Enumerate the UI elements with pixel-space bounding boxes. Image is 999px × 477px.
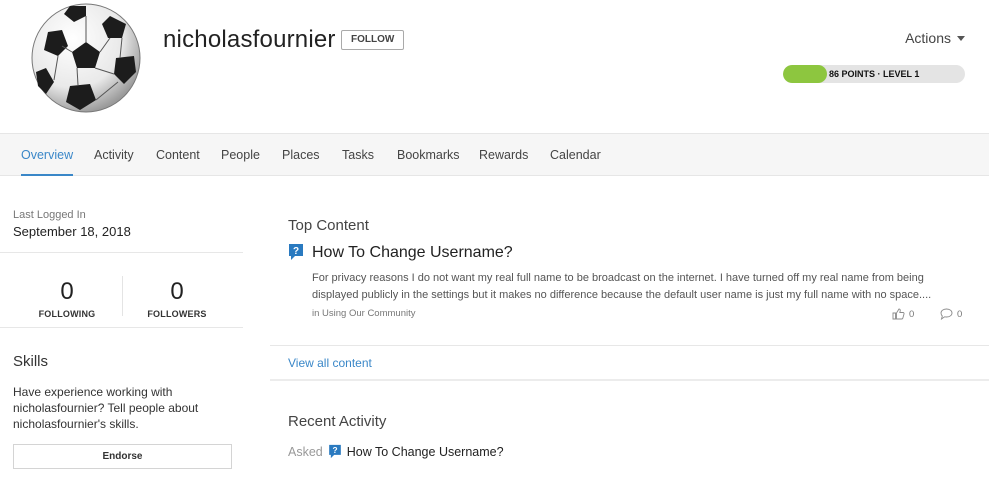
- followers-stat[interactable]: 0 FOLLOWERS: [122, 278, 232, 320]
- comment-icon: [940, 308, 953, 320]
- divider: [0, 252, 243, 253]
- tab-rewards[interactable]: Rewards: [479, 134, 528, 176]
- followers-count: 0: [170, 278, 184, 305]
- actions-label: Actions: [905, 30, 951, 46]
- question-icon: ?: [289, 244, 303, 260]
- tab-content[interactable]: Content: [156, 134, 200, 176]
- tab-tasks[interactable]: Tasks: [342, 134, 374, 176]
- svg-text:?: ?: [293, 246, 299, 257]
- tab-calendar[interactable]: Calendar: [550, 134, 601, 176]
- tab-bookmarks[interactable]: Bookmarks: [397, 134, 460, 176]
- profile-tabs: Overview Activity Content People Places …: [0, 133, 989, 176]
- comment-button[interactable]: 0: [940, 308, 962, 320]
- points-label: 86 POINTS · LEVEL 1: [829, 69, 920, 79]
- profile-sidebar: Last Logged In September 18, 2018 0 FOLL…: [0, 176, 270, 477]
- meta-prefix: in: [312, 308, 320, 319]
- comment-count: 0: [957, 308, 963, 320]
- last-logged-value: September 18, 2018: [13, 224, 131, 239]
- tab-overview[interactable]: Overview: [21, 134, 74, 176]
- svg-text:?: ?: [332, 445, 337, 455]
- profile-main: Top Content ? How To Change Username? Fo…: [270, 176, 989, 477]
- following-count: 0: [60, 278, 74, 305]
- content-item-meta: in Using Our Community: [312, 308, 416, 319]
- points-progress-fill: [783, 65, 827, 83]
- recent-activity-link[interactable]: How To Change Username?: [347, 445, 504, 459]
- content-item-title[interactable]: How To Change Username?: [312, 244, 513, 262]
- content-item-excerpt: For privacy reasons I do not want my rea…: [312, 272, 932, 301]
- thumbs-up-icon: [892, 308, 905, 320]
- profile-header: nicholasfournier FOLLOW Actions 86 POINT…: [0, 0, 999, 133]
- view-all-content-link[interactable]: View all content: [288, 356, 372, 370]
- profile-username: nicholasfournier: [163, 26, 336, 53]
- place-link[interactable]: Using Our Community: [322, 308, 415, 319]
- question-icon: ?: [328, 444, 341, 459]
- following-stat[interactable]: 0 FOLLOWING: [12, 278, 122, 320]
- follow-button[interactable]: FOLLOW: [341, 30, 405, 50]
- skills-title: Skills: [13, 353, 49, 370]
- divider: [270, 345, 989, 346]
- tab-activity[interactable]: Activity: [94, 134, 134, 176]
- divider: [0, 327, 243, 328]
- followers-label: FOLLOWERS: [147, 309, 207, 319]
- chevron-down-icon: [957, 36, 965, 41]
- divider: [270, 379, 989, 381]
- tab-places[interactable]: Places: [282, 134, 320, 176]
- like-button[interactable]: 0: [892, 308, 914, 320]
- top-content-title: Top Content: [288, 217, 369, 234]
- actions-menu[interactable]: Actions: [905, 30, 965, 46]
- recent-activity-title: Recent Activity: [288, 413, 387, 430]
- endorse-button[interactable]: Endorse: [13, 444, 232, 469]
- tab-people[interactable]: People: [221, 134, 260, 176]
- like-count: 0: [909, 308, 915, 320]
- recent-activity-item: Asked ? How To Change Username?: [288, 444, 504, 459]
- following-label: FOLLOWING: [38, 309, 96, 319]
- skills-description: Have experience working with nicholasfou…: [13, 385, 199, 431]
- recent-asked-label: Asked: [288, 444, 323, 459]
- soccer-ball-icon: [31, 3, 141, 113]
- last-logged-label: Last Logged In: [13, 209, 86, 221]
